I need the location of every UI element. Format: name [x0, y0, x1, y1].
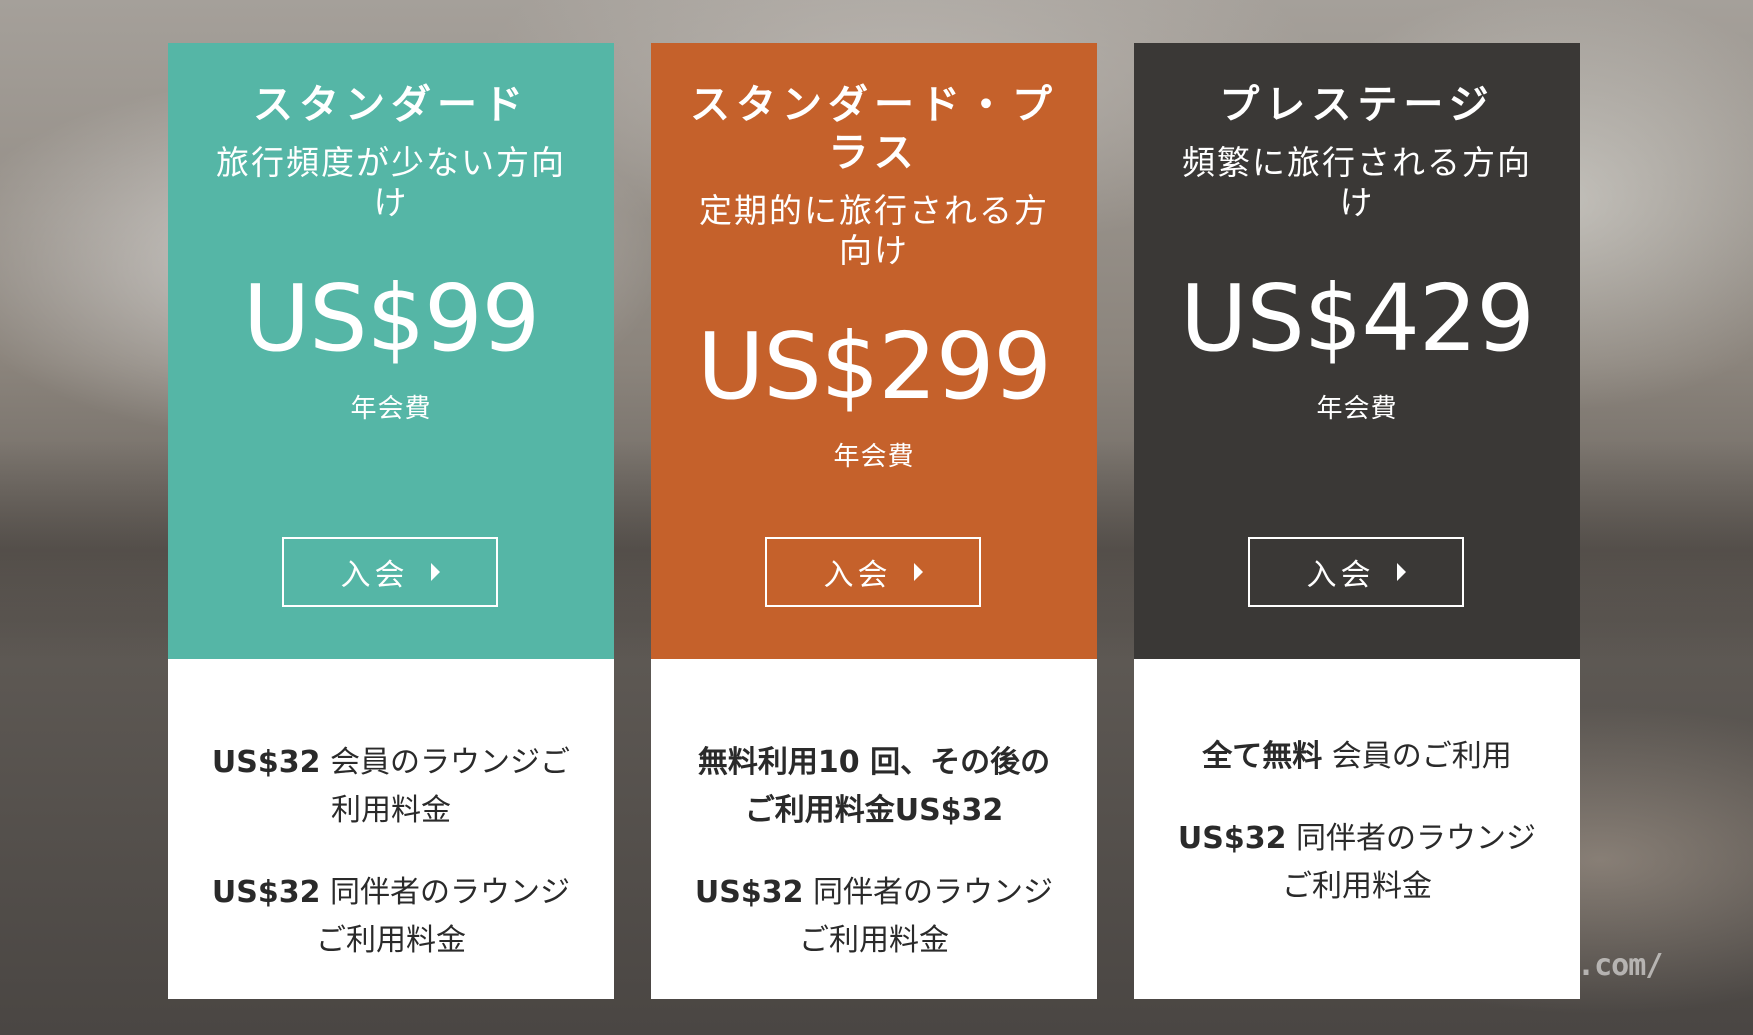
plan-name: プレステージ: [1219, 82, 1495, 128]
benefit-guest-lounge: US$32 同伴者のラウンジご利用料金: [1172, 815, 1542, 911]
benefit-text: 同伴者のラウンジご利用料金: [799, 875, 1054, 958]
benefit-member-lounge: US$32 会員のラウンジご利用料金: [206, 739, 576, 835]
plan-card-standard: スタンダード 旅行頻度が少ない方向け US$99 年会費 入会 US$32 会員…: [168, 43, 614, 999]
plan-benefits: US$32 会員のラウンジご利用料金 US$32 同伴者のラウンジご利用料金: [168, 659, 614, 999]
plan-description: 旅行頻度が少ない方向け: [216, 143, 566, 222]
benefit-highlight: 無料利用10 回、その後のご利用料金US$32: [697, 745, 1051, 828]
plan-name: スタンダード・プラス: [690, 82, 1058, 176]
benefit-guest-lounge: US$32 同伴者のラウンジご利用料金: [689, 869, 1059, 965]
benefit-highlight: US$32: [211, 745, 321, 780]
caret-right-icon: [1396, 563, 1406, 581]
plan-price: US$429: [1180, 265, 1535, 372]
plan-header: スタンダード 旅行頻度が少ない方向け US$99 年会費 入会: [168, 43, 614, 659]
benefit-guest-lounge: US$32 同伴者のラウンジご利用料金: [206, 869, 576, 965]
benefit-highlight: 全て無料: [1202, 739, 1323, 774]
plan-header: スタンダード・プラス 定期的に旅行される方向け US$299 年会費 入会: [651, 43, 1097, 659]
benefit-text: 同伴者のラウンジご利用料金: [1282, 821, 1537, 904]
plan-price: US$299: [697, 313, 1052, 420]
annual-fee-label: 年会費: [1316, 394, 1398, 424]
plan-name: スタンダード: [253, 82, 529, 128]
plan-benefits: 無料利用10 回、その後のご利用料金US$32 US$32 同伴者のラウンジご利…: [651, 659, 1097, 999]
join-button-label: 入会: [340, 558, 409, 593]
join-button[interactable]: 入会: [765, 537, 981, 607]
join-button[interactable]: 入会: [1248, 537, 1464, 607]
benefit-text: 会員のご利用: [1322, 739, 1512, 774]
benefit-highlight: US$32: [211, 875, 321, 910]
join-button-label: 入会: [1306, 558, 1375, 593]
watermark-text: 0.com/: [1560, 948, 1663, 983]
benefit-text: 会員のラウンジご利用料金: [320, 745, 571, 828]
annual-fee-label: 年会費: [350, 394, 432, 424]
plan-benefits: 全て無料 会員のご利用 US$32 同伴者のラウンジご利用料金: [1134, 659, 1580, 999]
join-button[interactable]: 入会: [282, 537, 498, 607]
caret-right-icon: [430, 563, 440, 581]
benefit-highlight: US$32: [1177, 821, 1287, 856]
benefit-member-lounge: 全て無料 会員のご利用: [1172, 733, 1542, 781]
plan-card-standard-plus: スタンダード・プラス 定期的に旅行される方向け US$299 年会費 入会 無料…: [651, 43, 1097, 999]
plan-card-prestige: プレステージ 頻繁に旅行される方向け US$429 年会費 入会 全て無料 会員…: [1134, 43, 1580, 999]
plan-description: 定期的に旅行される方向け: [699, 191, 1049, 270]
plan-header: プレステージ 頻繁に旅行される方向け US$429 年会費 入会: [1134, 43, 1580, 659]
join-button-label: 入会: [823, 558, 892, 593]
caret-right-icon: [913, 563, 923, 581]
benefit-member-lounge: 無料利用10 回、その後のご利用料金US$32: [689, 739, 1059, 835]
benefit-text: 同伴者のラウンジご利用料金: [316, 875, 571, 958]
benefit-highlight: US$32: [694, 875, 804, 910]
plan-description: 頻繁に旅行される方向け: [1182, 143, 1532, 222]
annual-fee-label: 年会費: [833, 442, 915, 472]
plan-price: US$99: [242, 265, 540, 372]
